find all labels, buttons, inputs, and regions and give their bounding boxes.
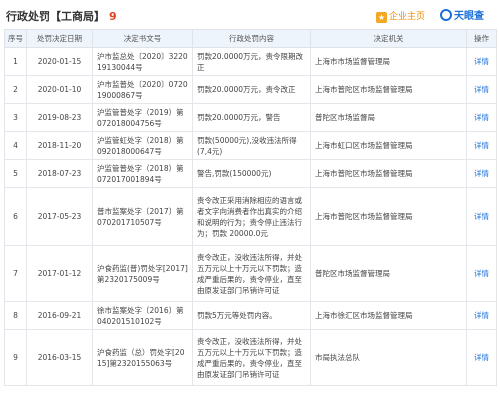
doc-number: 沪市监普处〔2020〕072019000867号 — [97, 79, 188, 100]
cell-content: 罚款5万元等处罚内容。 — [192, 301, 311, 330]
penalty-content: 罚款(50000元),没收违法所得(7,4元) — [197, 135, 297, 156]
logo-text: 天眼查 — [454, 11, 484, 22]
doc-number: 沪食药监（总）罚处字[2015]第2320155063号 — [97, 347, 185, 368]
penalty-content: 罚款5万元等处罚内容。 — [197, 311, 277, 320]
cell-date: 2017-05-23 — [26, 187, 93, 246]
table-row: 9 2016-03-15 沪食药监（总）罚处字[2015]第2320155063… — [4, 329, 497, 386]
detail-link[interactable]: 详情 — [466, 159, 497, 188]
doc-number: 沪监管普处字（2018）第072017001894号 — [97, 163, 184, 184]
cell-no: 7 — [4, 245, 27, 302]
cell-date: 2016-09-21 — [26, 301, 93, 330]
cell-doc: 沪食药监(普)罚处字[2017]第2320175009号 — [92, 245, 193, 302]
cell-content: 罚款20.0000万元，责令限期改正 — [192, 47, 311, 76]
penalty-table: 序号 处罚决定日期 决定书文号 行政处罚内容 决定机关 操作 1 2020-01… — [4, 29, 497, 386]
col-header-content: 行政处罚内容 — [192, 29, 311, 48]
penalty-content: 警告,罚款(150000元) — [197, 169, 272, 178]
cell-org: 市局执法总队 — [310, 329, 467, 386]
company-home-label: 企业主页 — [389, 12, 426, 22]
cell-no: 6 — [4, 187, 27, 246]
company-home-link[interactable]: ★ 企业主页 — [376, 9, 425, 23]
cell-no: 5 — [4, 159, 27, 188]
penalty-content: 罚款20.0000万元，责令限期改正 — [197, 51, 304, 72]
cell-date: 2019-08-23 — [26, 103, 93, 132]
cell-doc: 沪监管普处字（2019）第072018004756号 — [92, 103, 193, 132]
detail-link[interactable]: 详情 — [466, 131, 497, 160]
penalty-content: 罚款20.0000万元，责令改正 — [197, 85, 296, 94]
doc-number: 沪食药监(普)罚处字[2017]第2320175009号 — [97, 263, 188, 284]
cell-date: 2020-01-10 — [26, 75, 93, 104]
penalty-content: 责令改正，没收违法所得，并处五万元以上十万元以下罚款；造成严重后果的，责令停业，… — [197, 252, 302, 295]
cell-no: 1 — [4, 47, 27, 76]
detail-link[interactable]: 详情 — [466, 245, 497, 302]
section-title: 行政处罚【工商局】 9 — [6, 8, 117, 24]
doc-number: 普市监案处字〔2017〕第070201710507号 — [97, 206, 184, 227]
tianyancha-logo: 天眼查 — [440, 7, 484, 22]
cell-date: 2016-03-15 — [26, 329, 93, 386]
section-title-text: 行政处罚【工商局】 — [6, 10, 105, 23]
cell-doc: 徐市监案处字〔2016〕第040201510102号 — [92, 301, 193, 330]
col-header-org: 决定机关 — [310, 29, 467, 48]
cell-org: 上海市虹口区市场监督管理局 — [310, 131, 467, 160]
cell-date: 2017-01-12 — [26, 245, 93, 302]
star-icon: ★ — [376, 12, 387, 23]
cell-no: 3 — [4, 103, 27, 132]
penalty-content: 罚款20.0000万元，警告 — [197, 113, 281, 122]
cell-doc: 沪食药监（总）罚处字[2015]第2320155063号 — [92, 329, 193, 386]
cell-content: 罚款20.0000万元，责令改正 — [192, 75, 311, 104]
cell-content: 罚款20.0000万元，警告 — [192, 103, 311, 132]
cell-doc: 沪市监总处〔2020〕322019130044号 — [92, 47, 193, 76]
penalty-content: 责令改正，没收违法所得，并处五万元以上十万元以下罚款；造成严重后果的，责令停业，… — [197, 336, 302, 379]
cell-content: 责令改正，没收违法所得，并处五万元以上十万元以下罚款；造成严重后果的，责令停业，… — [192, 329, 311, 386]
doc-number: 徐市监案处字〔2016〕第040201510102号 — [97, 305, 184, 326]
section-header: 行政处罚【工商局】 9 ★ 企业主页 天眼查 — [0, 0, 500, 28]
penalty-content: 责令改正采用消除相应的语言或者文字向消费者作出真实的介绍和说明的行为；责令停止违… — [197, 195, 302, 238]
cell-content: 责令改正，没收违法所得，并处五万元以上十万元以下罚款；造成严重后果的，责令停业，… — [192, 245, 311, 302]
col-header-doc: 决定书文号 — [92, 29, 193, 48]
cell-org: 上海市普陀区市场监督管理局 — [310, 75, 467, 104]
cell-doc: 沪监管普处字（2018）第072017001894号 — [92, 159, 193, 188]
col-header-date: 处罚决定日期 — [26, 29, 93, 48]
cell-date: 2020-01-15 — [26, 47, 93, 76]
cell-content: 罚款(50000元),没收违法所得(7,4元) — [192, 131, 311, 160]
cell-date: 2018-11-20 — [26, 131, 93, 160]
cell-doc: 普市监案处字〔2017〕第070201710507号 — [92, 187, 193, 246]
cell-org: 上海市普陀区市场监督管理局 — [310, 159, 467, 188]
table-row: 3 2019-08-23 沪监管普处字（2019）第072018004756号 … — [4, 103, 497, 132]
detail-link[interactable]: 详情 — [466, 329, 497, 386]
cell-org: 上海市徐汇区市场监督管理局 — [310, 301, 467, 330]
table-row: 4 2018-11-20 沪监管虹处字（2018）第092018000647号 … — [4, 131, 497, 160]
table-row: 7 2017-01-12 沪食药监(普)罚处字[2017]第2320175009… — [4, 245, 497, 302]
logo-mark-icon — [440, 9, 452, 21]
detail-link[interactable]: 详情 — [466, 75, 497, 104]
doc-number: 沪监管普处字（2019）第072018004756号 — [97, 107, 184, 128]
table-row: 5 2018-07-23 沪监管普处字（2018）第072017001894号 … — [4, 159, 497, 188]
cell-doc: 沪监管虹处字（2018）第092018000647号 — [92, 131, 193, 160]
detail-link[interactable]: 详情 — [466, 47, 497, 76]
cell-org: 普陀区市场监督局 — [310, 103, 467, 132]
cell-no: 2 — [4, 75, 27, 104]
cell-doc: 沪市监普处〔2020〕072019000867号 — [92, 75, 193, 104]
table-row: 1 2020-01-15 沪市监总处〔2020〕322019130044号 罚款… — [4, 47, 497, 76]
detail-link[interactable]: 详情 — [466, 103, 497, 132]
doc-number: 沪监管虹处字（2018）第092018000647号 — [97, 135, 184, 156]
detail-link[interactable]: 详情 — [466, 187, 497, 246]
cell-content: 责令改正采用消除相应的语言或者文字向消费者作出真实的介绍和说明的行为；责令停止违… — [192, 187, 311, 246]
cell-org: 普陀区市场监督管理局 — [310, 245, 467, 302]
cell-no: 4 — [4, 131, 27, 160]
cell-org: 上海市普陀区市场监督管理局 — [310, 187, 467, 246]
record-count: 9 — [109, 10, 117, 23]
table-row: 6 2017-05-23 普市监案处字〔2017〕第070201710507号 … — [4, 187, 497, 246]
cell-org: 上海市市场监督管理局 — [310, 47, 467, 76]
col-header-no: 序号 — [4, 29, 27, 48]
detail-link[interactable]: 详情 — [466, 301, 497, 330]
col-header-action: 操作 — [466, 29, 497, 48]
cell-content: 警告,罚款(150000元) — [192, 159, 311, 188]
doc-number: 沪市监总处〔2020〕322019130044号 — [97, 51, 188, 72]
table-row: 8 2016-09-21 徐市监案处字〔2016〕第040201510102号 … — [4, 301, 497, 330]
table-header-row: 序号 处罚决定日期 决定书文号 行政处罚内容 决定机关 操作 — [4, 29, 497, 48]
cell-date: 2018-07-23 — [26, 159, 93, 188]
table-row: 2 2020-01-10 沪市监普处〔2020〕072019000867号 罚款… — [4, 75, 497, 104]
cell-no: 8 — [4, 301, 27, 330]
cell-no: 9 — [4, 329, 27, 386]
